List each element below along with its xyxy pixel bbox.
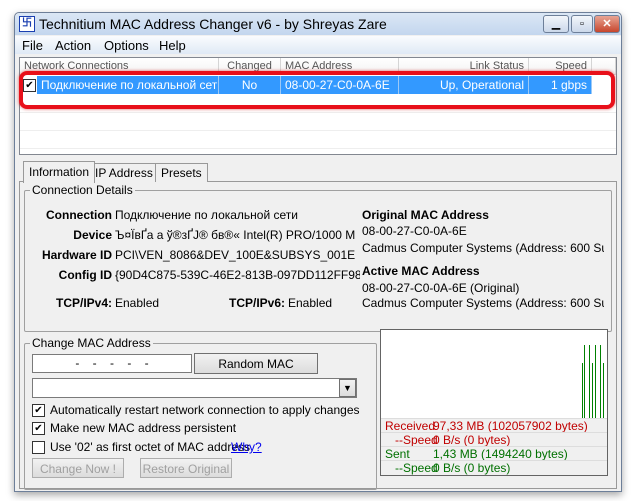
ipv6-label: TCP/IPv6: xyxy=(228,296,285,310)
graph-bar xyxy=(603,363,604,418)
received-value: 97,33 MB (102057902 bytes) xyxy=(433,419,588,433)
dropdown-arrow-icon[interactable]: ▼ xyxy=(339,379,356,397)
persistent-label[interactable]: Make new MAC address persistent xyxy=(50,421,236,435)
graph-bar xyxy=(600,345,601,418)
active-mac-value: 08-00-27-C0-0A-6E (Original) xyxy=(362,281,520,295)
ipv4-value: Enabled xyxy=(115,296,160,310)
use-02-checkbox[interactable] xyxy=(32,441,45,454)
config-id-value: {90D4C875-539C-46E2-813B-097DD112FF98} xyxy=(115,268,360,282)
connection-label: Connection xyxy=(46,208,112,222)
sent-value: 1,43 MB (1494240 bytes) xyxy=(433,447,568,461)
restore-original-button[interactable]: Restore Original xyxy=(140,458,232,478)
sent-label: Sent xyxy=(385,447,410,461)
grid-line xyxy=(20,130,616,131)
use-02-label[interactable]: Use '02' as first octet of MAC address xyxy=(50,440,250,454)
menu-options[interactable]: Options xyxy=(104,38,149,53)
sent-speed-row: --Speed 0 B/s (0 bytes) xyxy=(381,460,607,475)
hardware-id-value: PCI\VEN_8086&DEV_100E&SUBSYS_001E8086 xyxy=(115,248,355,262)
menu-help[interactable]: Help xyxy=(159,38,186,53)
maximize-button[interactable]: ▫ xyxy=(571,15,593,33)
why-link[interactable]: Why? xyxy=(231,440,262,454)
received-label: Received xyxy=(385,419,436,433)
graph-bar xyxy=(584,345,585,418)
config-id-label: Config ID xyxy=(58,268,112,282)
auto-restart-label[interactable]: Automatically restart network connection… xyxy=(50,403,360,417)
persistent-checkbox[interactable]: ✔ xyxy=(32,422,45,435)
sent-row: Sent 1,43 MB (1494240 bytes) xyxy=(381,446,607,461)
device-label: Device xyxy=(73,228,112,242)
ipv4-label: TCP/IPv4: xyxy=(55,296,112,310)
grid-line xyxy=(20,112,616,113)
menu-file[interactable]: File xyxy=(22,38,43,53)
received-speed-value: 0 B/s (0 bytes) xyxy=(433,433,511,447)
auto-restart-checkbox[interactable]: ✔ xyxy=(32,404,45,417)
traffic-stats-panel: Received 97,33 MB (102057902 bytes) --Spe… xyxy=(380,329,608,476)
connection-value: Подключение по локальной сети xyxy=(115,208,298,222)
window-title: Technitium MAC Address Changer v6 - by S… xyxy=(39,16,387,32)
traffic-graph xyxy=(381,330,607,418)
change-now-button[interactable]: Change Now ! xyxy=(32,458,124,478)
original-mac-vendor: Cadmus Computer Systems (Address: 600 Su… xyxy=(362,241,604,255)
original-mac-title: Original MAC Address xyxy=(362,208,489,222)
app-window: 卐 Technitium MAC Address Changer v6 - by… xyxy=(14,12,622,492)
graph-bar xyxy=(589,345,590,418)
sent-speed-label: --Speed xyxy=(395,461,438,475)
sent-speed-value: 0 B/s (0 bytes) xyxy=(433,461,511,475)
mac-address-input[interactable]: - - - - - xyxy=(32,354,192,373)
vendor-dropdown[interactable]: ▼ xyxy=(32,378,357,398)
title-bar[interactable]: 卐 Technitium MAC Address Changer v6 - by… xyxy=(15,13,621,35)
minimize-button[interactable]: ▁ xyxy=(543,15,569,33)
ipv6-value: Enabled xyxy=(288,296,333,310)
device-value: Ъ¤ЇвҐа а ў®зҐЈ® бв®« Intel(R) PRO/1000 M… xyxy=(115,228,355,242)
grid-line xyxy=(20,148,616,149)
graph-bar xyxy=(592,363,593,418)
original-mac-value: 08-00-27-C0-0A-6E xyxy=(362,224,467,238)
random-mac-button[interactable]: Random MAC Address xyxy=(194,353,318,391)
menu-action[interactable]: Action xyxy=(55,38,91,53)
active-mac-vendor: Cadmus Computer Systems (Address: 600 Su… xyxy=(362,296,604,310)
hardware-id-label: Hardware ID xyxy=(41,248,112,262)
highlight-outline xyxy=(19,71,615,109)
close-button[interactable]: ✕ xyxy=(594,15,620,33)
received-speed-row: --Speed 0 B/s (0 bytes) xyxy=(381,432,607,447)
received-row: Received 97,33 MB (102057902 bytes) xyxy=(381,418,607,433)
received-speed-label: --Speed xyxy=(395,433,438,447)
active-mac-title: Active MAC Address xyxy=(362,264,480,278)
group-label: Change MAC Address xyxy=(30,336,153,350)
tab-information[interactable]: Information xyxy=(23,161,96,183)
graph-bar xyxy=(595,345,596,418)
app-logo-icon: 卐 xyxy=(19,16,35,32)
tab-ip-address[interactable]: IP Address xyxy=(89,163,159,182)
group-label: Connection Details xyxy=(30,183,135,197)
tab-presets[interactable]: Presets xyxy=(155,163,208,182)
graph-bar xyxy=(582,363,583,418)
menu-bar: File Action Options Help xyxy=(15,36,621,54)
